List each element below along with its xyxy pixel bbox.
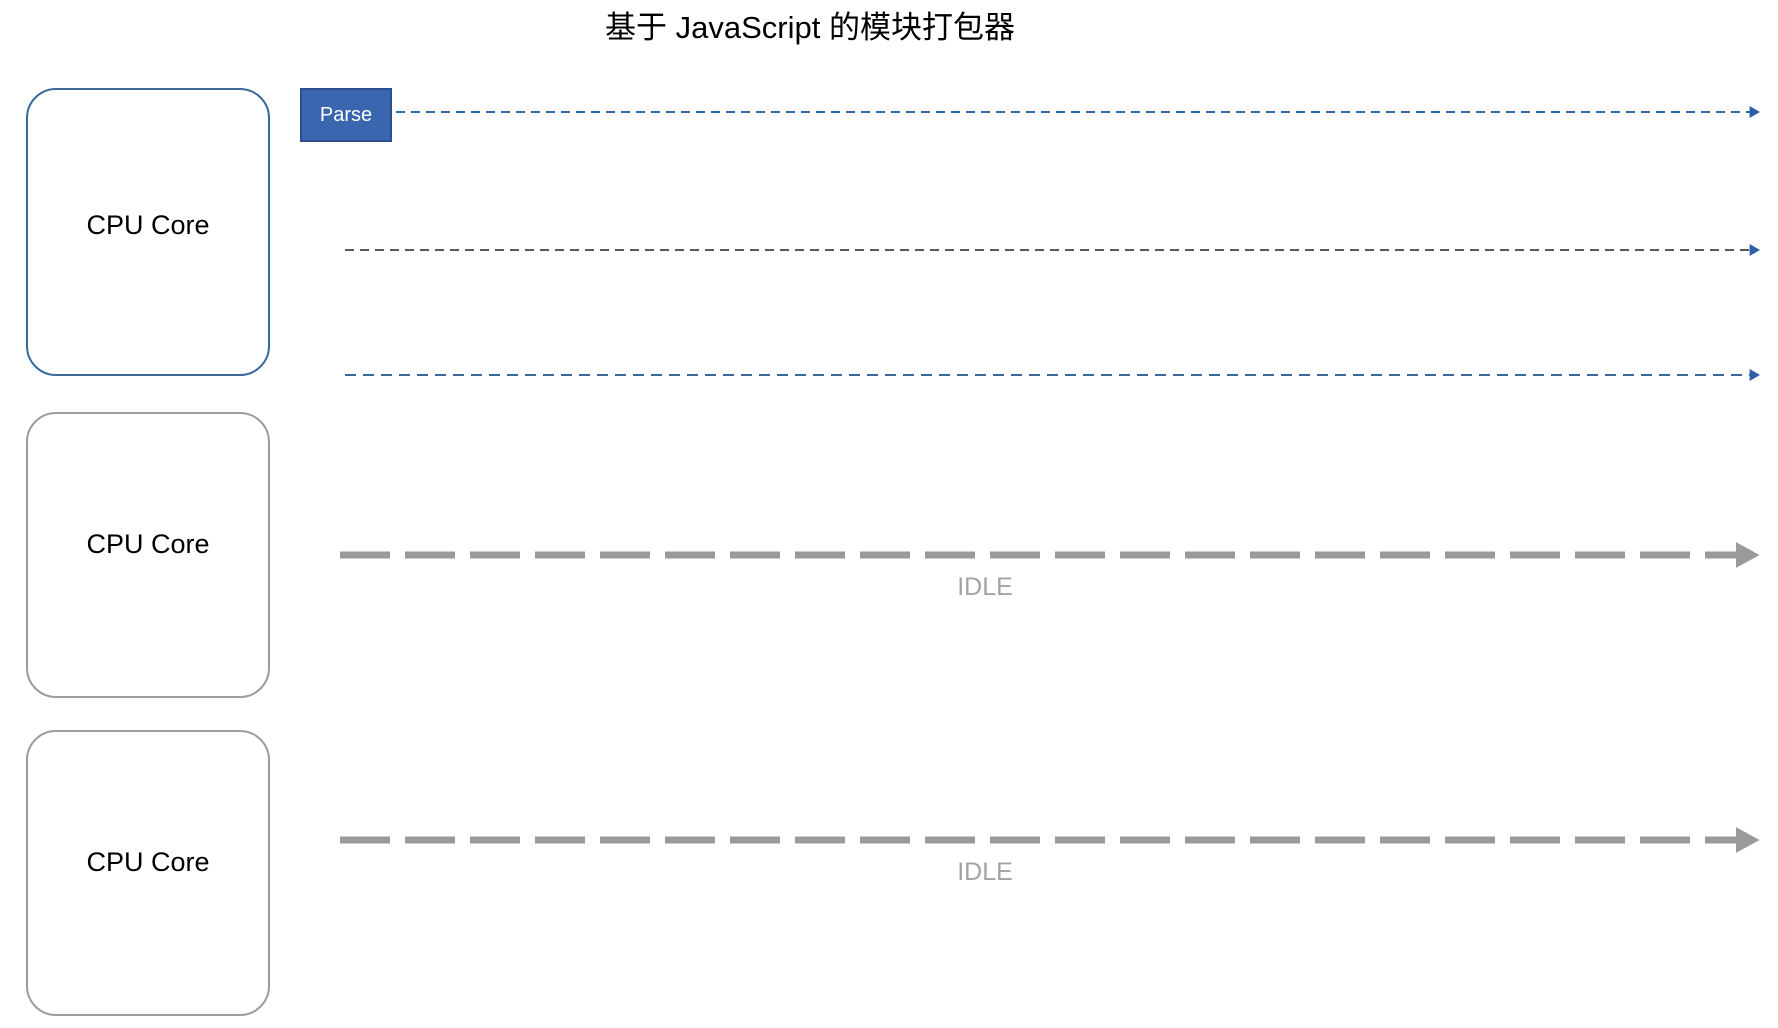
status-badge-idle-core-2: IDLE [957, 573, 1013, 601]
cpu-core-box-2[interactable]: CPU Core [26, 412, 270, 698]
diagram-canvas: 基于 JavaScript 的模块打包器 CPU Core CPU Core C… [0, 0, 1778, 1028]
cpu-core-label: CPU Core [86, 210, 210, 240]
cpu-core-label: CPU Core [86, 847, 210, 877]
parse-task-block[interactable]: Parse [300, 88, 392, 142]
cpu-core-label: CPU Core [86, 529, 210, 559]
parse-task-label: Parse [319, 104, 373, 126]
cpu-core-box-3[interactable]: CPU Core [26, 730, 270, 1016]
cpu-core-box-1[interactable]: CPU Core [26, 88, 270, 376]
page-title: 基于 JavaScript 的模块打包器 [605, 10, 1015, 45]
status-badge-idle-core-3: IDLE [957, 858, 1013, 886]
